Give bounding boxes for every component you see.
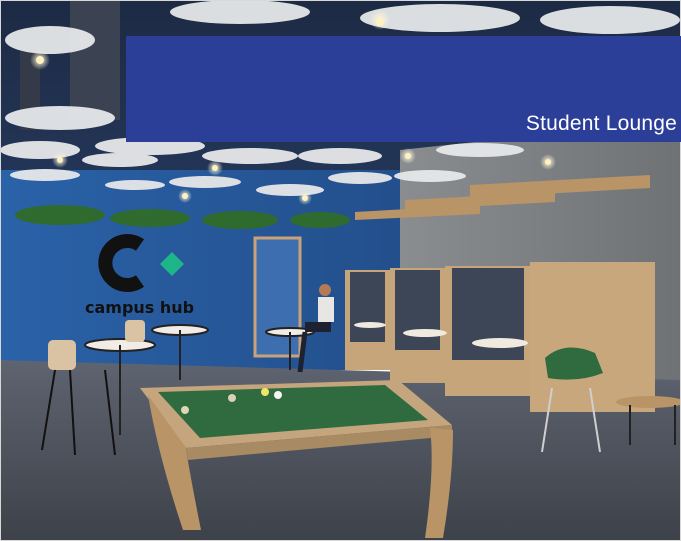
svg-text:campus hub: campus hub <box>85 298 194 317</box>
lounge-photo-frame: campus hub Student Lounge <box>0 0 681 541</box>
title-banner: Student Lounge <box>126 36 681 142</box>
banner-title: Student Lounge <box>525 112 677 135</box>
